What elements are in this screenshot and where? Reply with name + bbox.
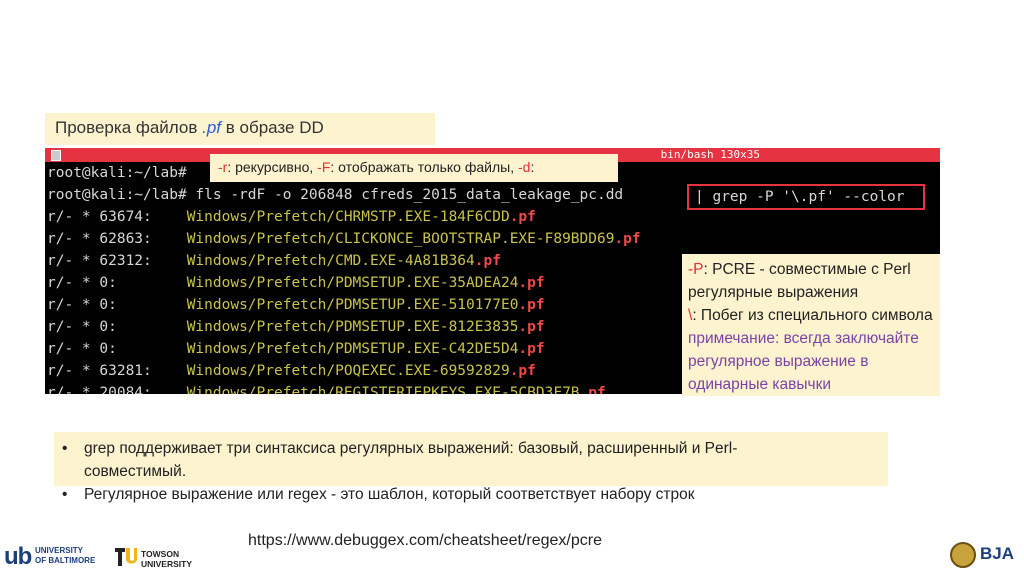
terminal-output-row: r/- * 62312: Windows/Prefetch/CMD.EXE-4A… bbox=[47, 250, 501, 272]
grep-command-highlight: | grep -P '\.pf' --color bbox=[687, 184, 925, 210]
terminal-output-row: r/- * 63281: Windows/Prefetch/POQEXEC.EX… bbox=[47, 360, 536, 382]
row-inode: r/- * 0: bbox=[47, 319, 187, 335]
flag-r-desc: : рекурсивно, bbox=[227, 159, 318, 175]
terminal-output-row: r/- * 0: Windows/Prefetch/PDMSETUP.EXE-3… bbox=[47, 272, 545, 294]
bullet-text: grep поддерживает три синтаксиса регуляр… bbox=[84, 440, 738, 457]
university-of-baltimore-logo: ub UNIVERSITY OF BALTIMORE bbox=[4, 543, 104, 570]
tu-line2: UNIVERSITY bbox=[141, 559, 193, 569]
title-ext: .pf bbox=[202, 118, 222, 137]
flag-r: -r bbox=[218, 159, 228, 175]
options-note: -r: рекурсивно, -F: отображать только фа… bbox=[210, 154, 618, 182]
row-inode: r/- * 0: bbox=[47, 275, 187, 291]
title-suffix: в образе DD bbox=[221, 118, 324, 137]
bullet-marker: • bbox=[62, 440, 68, 457]
flag-p-desc: : PCRE - совместимые с Perl регулярные в… bbox=[688, 261, 911, 301]
row-match-ext: .pf bbox=[579, 385, 606, 394]
terminal-output-row: r/- * 0: Windows/Prefetch/PDMSETUP.EXE-8… bbox=[47, 316, 545, 338]
tu-line1: TOWSON bbox=[141, 549, 180, 559]
row-match-ext: .pf bbox=[518, 319, 545, 335]
ub-text: UNIVERSITY OF BALTIMORE bbox=[35, 546, 95, 566]
row-path: Windows/Prefetch/CMD.EXE-4A81B364 bbox=[186, 253, 475, 269]
bullet-text: совместимый. bbox=[84, 463, 187, 480]
row-match-ext: .pf bbox=[509, 363, 536, 379]
flag-f-desc: : отображать только файлы, bbox=[330, 159, 518, 175]
backslash-desc: : Побег из специального символа bbox=[692, 307, 933, 324]
row-path: Windows/Prefetch/PDMSETUP.EXE-812E3835 bbox=[186, 319, 519, 335]
row-inode: r/- * 62312: bbox=[47, 253, 187, 269]
note-label: примечание bbox=[688, 330, 775, 347]
bja-text: BJA bbox=[980, 544, 1015, 563]
reference-link[interactable]: https://www.debuggex.com/cheatsheet/rege… bbox=[248, 532, 602, 550]
row-match-ext: .pf bbox=[474, 253, 501, 269]
row-inode: r/- * 62863: bbox=[47, 231, 187, 247]
row-inode: r/- * 63281: bbox=[47, 363, 187, 379]
row-match-ext: .pf bbox=[614, 231, 641, 247]
row-path: Windows/Prefetch/CHRMSTP.EXE-184F6CDD bbox=[186, 209, 510, 225]
bullet-marker: • bbox=[62, 486, 68, 503]
row-match-ext: .pf bbox=[518, 275, 545, 291]
towson-university-logo: TOWSON UNIVERSITY bbox=[115, 546, 205, 572]
flag-f: -F bbox=[317, 159, 331, 175]
row-path: Windows/Prefetch/REGISTERIEPKEYS.EXE-5CB… bbox=[186, 385, 580, 394]
terminal-output-row: r/- * 0: Windows/Prefetch/PDMSETUP.EXE-5… bbox=[47, 294, 545, 316]
pcre-note: -P: PCRE - совместимые с Perl регулярные… bbox=[682, 254, 940, 396]
terminal-icon bbox=[51, 150, 61, 161]
row-inode: r/- * 63674: bbox=[47, 209, 187, 225]
terminal-command-line: root@kali:~/lab# fls -rdF -o 206848 cfre… bbox=[47, 187, 624, 203]
row-path: Windows/Prefetch/CLICKONCE_BOOTSTRAP.EXE… bbox=[186, 231, 615, 247]
towson-tu-icon bbox=[115, 548, 137, 566]
row-path: Windows/Prefetch/PDMSETUP.EXE-C42DE5D4 bbox=[186, 341, 519, 357]
row-inode: r/- * 20084: bbox=[47, 385, 187, 394]
title-prefix: Проверка файлов bbox=[55, 118, 203, 137]
row-path: Windows/Prefetch/POQEXEC.EXE-69592829 bbox=[186, 363, 510, 379]
bullet-text: Регулярное выражение или regex - это шаб… bbox=[84, 486, 695, 503]
terminal-output-row: r/- * 0: Windows/Prefetch/PDMSETUP.EXE-C… bbox=[47, 338, 545, 360]
ub-mark: ub bbox=[4, 543, 32, 570]
row-path: Windows/Prefetch/PDMSETUP.EXE-510177E0 bbox=[186, 297, 519, 313]
tu-text: TOWSON UNIVERSITY bbox=[141, 549, 192, 569]
row-match-ext: .pf bbox=[509, 209, 536, 225]
ub-line1: UNIVERSITY bbox=[35, 546, 84, 555]
terminal-output-row: r/- * 62863: Windows/Prefetch/CLICKONCE_… bbox=[47, 228, 641, 250]
flag-d: -d bbox=[518, 159, 531, 175]
row-match-ext: .pf bbox=[518, 297, 545, 313]
terminal-output-row: r/- * 20084: Windows/Prefetch/REGISTERIE… bbox=[47, 382, 606, 394]
row-match-ext: .pf bbox=[518, 341, 545, 357]
slide-title-box: Проверка файлов .pf в образе DD bbox=[45, 113, 435, 145]
flag-p: -P bbox=[688, 261, 704, 278]
bja-logo: BJA bbox=[950, 540, 1020, 570]
row-path: Windows/Prefetch/PDMSETUP.EXE-35ADEA24 bbox=[186, 275, 519, 291]
doj-seal-icon bbox=[950, 542, 976, 568]
ub-line2: OF BALTIMORE bbox=[35, 556, 96, 565]
terminal-output-row: r/- * 63674: Windows/Prefetch/CHRMSTP.EX… bbox=[47, 206, 536, 228]
row-inode: r/- * 0: bbox=[47, 297, 187, 313]
flag-d-desc: : bbox=[530, 159, 535, 175]
row-inode: r/- * 0: bbox=[47, 341, 187, 357]
terminal-prompt-line: root@kali:~/lab# bbox=[47, 165, 187, 181]
terminal-title: bin/bash 130x35 bbox=[660, 148, 760, 161]
